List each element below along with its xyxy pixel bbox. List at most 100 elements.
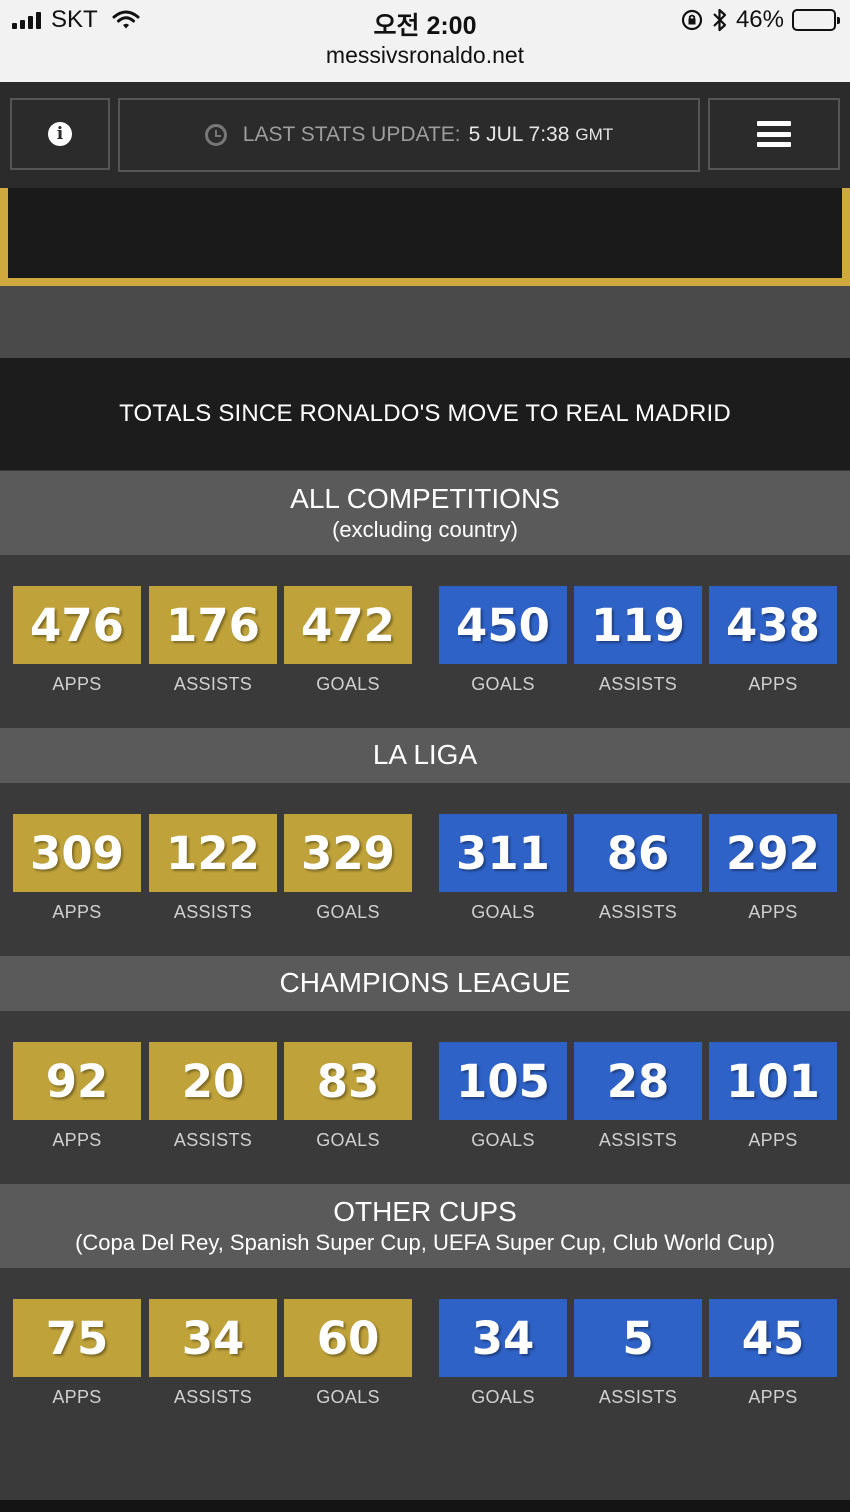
ronaldo-stat: 438 APPS xyxy=(709,586,837,695)
stat-value: 45 xyxy=(709,1299,837,1377)
section-title: CHAMPIONS LEAGUE xyxy=(279,967,571,998)
section-stats-all-competitions: 476 APPS 176 ASSISTS 472 GOALS 450 GOALS 119… xyxy=(0,555,850,728)
messi-stat: 329 GOALS xyxy=(284,814,412,923)
messi-stat: 75 APPS xyxy=(13,1299,141,1408)
ronaldo-stat: 28 ASSISTS xyxy=(574,1042,702,1151)
stat-value: 311 xyxy=(439,814,567,892)
stat-value: 329 xyxy=(284,814,412,892)
stat-value: 119 xyxy=(574,586,702,664)
info-button[interactable]: i xyxy=(10,98,110,170)
stat-label: GOALS xyxy=(471,1387,535,1407)
stat-label: APPS xyxy=(52,1130,102,1150)
messi-stat: 122 ASSISTS xyxy=(149,814,277,923)
stat-value: 20 xyxy=(149,1042,277,1120)
ronaldo-stat: 34 GOALS xyxy=(439,1299,567,1408)
section-title: LA LIGA xyxy=(372,739,478,770)
stat-label: ASSISTS xyxy=(173,674,253,694)
ronaldo-stat: 5 ASSISTS xyxy=(574,1299,702,1408)
stat-label: GOALS xyxy=(316,674,380,694)
stat-label: ASSISTS xyxy=(173,1387,253,1407)
stat-value: 309 xyxy=(13,814,141,892)
section-header-other-cups: OTHER CUPS (Copa Del Rey, Spanish Super … xyxy=(0,1184,850,1268)
ronaldo-stat: 45 APPS xyxy=(709,1299,837,1408)
messi-stat: 309 APPS xyxy=(13,814,141,923)
stat-label: ASSISTS xyxy=(173,902,253,922)
section-subtitle: (excluding country) xyxy=(332,517,518,542)
section-header-la-liga: LA LIGA xyxy=(0,728,850,783)
stat-value: 105 xyxy=(439,1042,567,1120)
stat-label: APPS xyxy=(748,1387,798,1407)
last-update-box: LAST STATS UPDATE: 5 JUL 7:38 GMT xyxy=(118,98,700,172)
menu-button[interactable] xyxy=(708,98,840,170)
stat-label: ASSISTS xyxy=(598,1130,678,1150)
ronaldo-stat: 311 GOALS xyxy=(439,814,567,923)
section-header-champions-league: CHAMPIONS LEAGUE xyxy=(0,956,850,1011)
totals-heading: TOTALS SINCE RONALDO'S MOVE TO REAL MADR… xyxy=(0,358,850,470)
stat-label: APPS xyxy=(52,902,102,922)
address-bar-url[interactable]: messivsronaldo.net xyxy=(0,42,850,69)
messi-stat: 83 GOALS xyxy=(284,1042,412,1151)
stat-label: GOALS xyxy=(471,674,535,694)
stat-value: 92 xyxy=(13,1042,141,1120)
battery-percent: 46% xyxy=(735,6,784,33)
section-title: ALL COMPETITIONS xyxy=(290,483,560,514)
stat-value: 34 xyxy=(439,1299,567,1377)
section-stats-champions-league: 92 APPS 20 ASSISTS 83 GOALS 105 GOALS 28 ASSI… xyxy=(0,1011,850,1184)
stat-label: APPS xyxy=(52,674,102,694)
stat-label: APPS xyxy=(748,674,798,694)
stat-value: 122 xyxy=(149,814,277,892)
update-timezone: GMT xyxy=(575,125,614,144)
messi-stat: 472 GOALS xyxy=(284,586,412,695)
stat-label: ASSISTS xyxy=(598,902,678,922)
bottom-strip xyxy=(0,1500,850,1512)
top-nav: i LAST STATS UPDATE: 5 JUL 7:38 GMT xyxy=(0,82,850,188)
ronaldo-stat: 101 APPS xyxy=(709,1042,837,1151)
section-title: OTHER CUPS xyxy=(333,1196,517,1227)
stat-label: GOALS xyxy=(471,902,535,922)
stat-value: 5 xyxy=(574,1299,702,1377)
ronaldo-stat: 450 GOALS xyxy=(439,586,567,695)
section-stats-other-cups: 75 APPS 34 ASSISTS 60 GOALS 34 GOALS 5 ASSIST… xyxy=(0,1268,850,1500)
stat-value: 60 xyxy=(284,1299,412,1377)
update-label: LAST STATS UPDATE: xyxy=(242,123,461,146)
ronaldo-stat: 105 GOALS xyxy=(439,1042,567,1151)
messi-stat: 60 GOALS xyxy=(284,1299,412,1408)
stat-label: GOALS xyxy=(471,1130,535,1150)
stat-value: 101 xyxy=(709,1042,837,1120)
stat-value: 472 xyxy=(284,586,412,664)
messi-stat: 476 APPS xyxy=(13,586,141,695)
status-bar: SKT 오전 2:00 messivsronaldo.net 46% xyxy=(0,0,850,82)
stat-label: GOALS xyxy=(316,902,380,922)
stat-label: APPS xyxy=(748,902,798,922)
orientation-lock-icon xyxy=(681,9,703,31)
stat-value: 83 xyxy=(284,1042,412,1120)
stat-label: ASSISTS xyxy=(598,1387,678,1407)
spacer-band xyxy=(0,286,850,358)
stat-value: 438 xyxy=(709,586,837,664)
messi-stat: 92 APPS xyxy=(13,1042,141,1151)
player-banner xyxy=(8,188,842,278)
section-stats-la-liga: 309 APPS 122 ASSISTS 329 GOALS 311 GOALS 86 A… xyxy=(0,783,850,956)
stat-value: 476 xyxy=(13,586,141,664)
stat-label: APPS xyxy=(52,1387,102,1407)
ronaldo-stat: 119 ASSISTS xyxy=(574,586,702,695)
player-banner-frame xyxy=(0,188,850,286)
stat-label: GOALS xyxy=(316,1387,380,1407)
stat-value: 292 xyxy=(709,814,837,892)
hamburger-icon xyxy=(757,121,791,147)
section-header-all-competitions: ALL COMPETITIONS (excluding country) xyxy=(0,471,850,555)
stat-value: 28 xyxy=(574,1042,702,1120)
messi-stat: 34 ASSISTS xyxy=(149,1299,277,1408)
update-value: 5 JUL 7:38 xyxy=(468,123,570,146)
messi-stat: 20 ASSISTS xyxy=(149,1042,277,1151)
messi-stat: 176 ASSISTS xyxy=(149,586,277,695)
section-subtitle: (Copa Del Rey, Spanish Super Cup, UEFA S… xyxy=(75,1230,775,1255)
stat-value: 75 xyxy=(13,1299,141,1377)
bluetooth-icon xyxy=(713,8,727,32)
stat-label: ASSISTS xyxy=(173,1130,253,1150)
ronaldo-stat: 86 ASSISTS xyxy=(574,814,702,923)
stat-label: APPS xyxy=(748,1130,798,1150)
stat-label: ASSISTS xyxy=(598,674,678,694)
battery-icon xyxy=(792,9,840,31)
info-icon: i xyxy=(48,122,72,146)
